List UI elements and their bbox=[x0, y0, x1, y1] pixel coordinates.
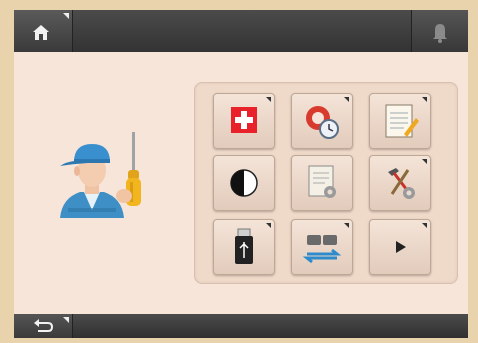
settings-document-button[interactable] bbox=[291, 155, 353, 211]
corner-marker bbox=[422, 159, 427, 164]
service-alarm-icon bbox=[306, 106, 339, 139]
technician-illustration bbox=[58, 128, 158, 238]
settings-document-icon bbox=[308, 165, 336, 198]
corner-marker bbox=[344, 223, 349, 228]
back-button[interactable] bbox=[14, 314, 73, 338]
corner-marker bbox=[422, 97, 427, 102]
notes-button[interactable] bbox=[369, 93, 431, 149]
notes-icon bbox=[385, 104, 419, 138]
corner-marker bbox=[63, 13, 69, 19]
corner-marker bbox=[422, 223, 427, 228]
bottom-bar bbox=[14, 314, 468, 338]
alarm-button[interactable] bbox=[412, 10, 468, 52]
play-icon bbox=[396, 241, 406, 253]
tools-button[interactable] bbox=[369, 155, 431, 211]
tools-icon bbox=[388, 168, 415, 199]
usb-icon bbox=[235, 228, 253, 264]
technician-icon bbox=[60, 132, 141, 218]
device-screen bbox=[14, 10, 468, 338]
contrast-icon bbox=[230, 169, 258, 197]
contrast-button[interactable] bbox=[213, 155, 275, 211]
title-area bbox=[73, 10, 412, 52]
corner-marker bbox=[266, 223, 271, 228]
first-aid-icon bbox=[231, 107, 257, 133]
bell-icon bbox=[433, 24, 447, 43]
corner-marker bbox=[266, 97, 271, 102]
usb-button[interactable] bbox=[213, 219, 275, 275]
service-alarm-button[interactable] bbox=[291, 93, 353, 149]
transfer-button[interactable] bbox=[291, 219, 353, 275]
top-bar bbox=[14, 10, 468, 52]
first-aid-button[interactable] bbox=[213, 93, 275, 149]
transfer-icon bbox=[302, 235, 342, 264]
home-button[interactable] bbox=[14, 10, 73, 52]
next-button[interactable] bbox=[369, 219, 431, 275]
corner-marker bbox=[63, 317, 69, 323]
menu-panel bbox=[194, 82, 458, 284]
corner-marker bbox=[344, 97, 349, 102]
